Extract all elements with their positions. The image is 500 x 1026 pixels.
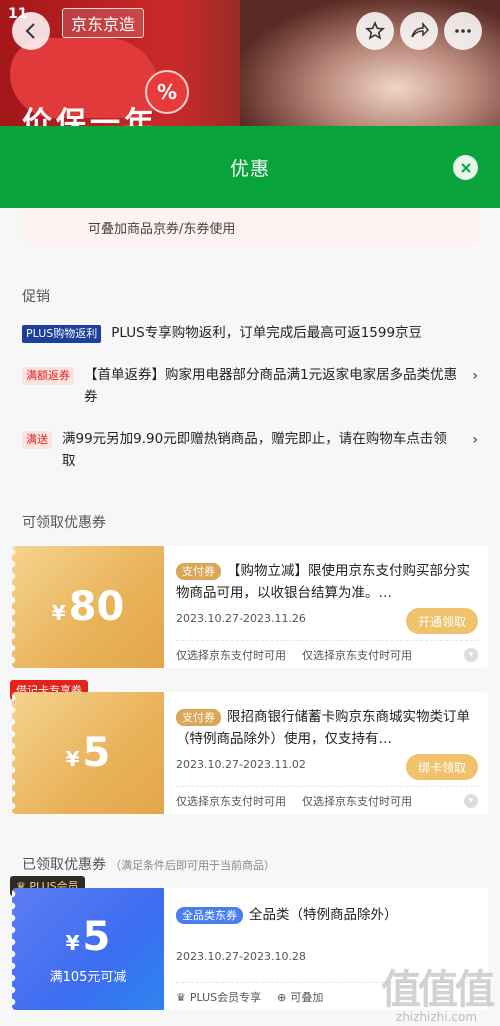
coupon-title-line: 支付券 【购物立减】限使用京东支付购买部分实物商品可用，以收银台结算为准。… [176,560,478,604]
currency-symbol: ¥ [65,930,80,955]
close-icon [460,162,471,173]
coupon-amount: ¥ 5 [66,914,111,960]
back-arrow-icon [25,23,35,39]
promotion-item[interactable]: 满额返券 【首单返券】购家用电器部分商品满1元返家电家居多品类优惠券 › [22,364,478,408]
promotion-item[interactable]: 满送 满99元另加9.90元即赠热销商品，赠完即止，请在购物车点击领取 › [22,428,478,472]
coupon-value-panel: ¥ 5 [12,692,164,814]
more-dots-icon [455,29,471,33]
stack-tip: 可叠加商品京券/东券使用 [22,208,478,246]
coupon-details: 支付券 【购物立减】限使用京东支付购买部分实物商品可用，以收银台结算为准。… 20… [164,546,488,668]
coupon-type-tag: 全品类东券 [176,907,243,924]
site-watermark: 值值值 zhizhizhi.com [381,967,495,1024]
coupon-title-line: 全品类东券 全品类（特例商品除外） [176,904,478,926]
open-and-claim-button[interactable]: 开通领取 [405,608,478,634]
crown-icon: ♛ [176,990,186,1004]
coupon-value-panel: ¥ 5 满105元可减 [12,888,164,1010]
hero-promo-text: 价保一年 [22,106,158,126]
currency-symbol: ¥ [65,747,80,771]
coupon-amount-value: 5 [82,913,111,960]
coupon-perforation [12,692,18,814]
star-icon [365,21,385,40]
expand-arrow-icon[interactable]: ▾ [464,648,478,662]
coupon-card[interactable]: 借记卡专享券 ¥ 5 支付券 限招商银行储蓄卡购京东商城实物类订单（特例商品除外）… [10,680,488,814]
coupon-note: 可叠加 [290,991,324,1004]
coupon-notes: 仅选择京东支付时可用 仅选择京东支付时可用 ▾ [176,786,478,809]
coupon-perforation [12,546,18,668]
promotion-text: 【首单返券】购家用电器部分商品满1元返家电家居多品类优惠券 [84,367,458,405]
watermark-logo: 值值值 [381,967,495,1013]
coupon-card[interactable]: ¥ 80 支付券 【购物立减】限使用京东支付购买部分实物商品可用，以收银台结算为准… [12,546,488,668]
coupon-note: 仅选择京东支付时可用 [176,649,286,662]
brand-label: 京东京造 [62,8,145,38]
currency-symbol: ¥ [51,601,66,625]
coupon-amount-value: 5 [82,730,111,776]
coupon-type-tag: 支付券 [176,709,221,726]
coupon-date: 2023.10.27-2023.10.28 [176,950,306,963]
expand-arrow-icon[interactable]: ▾ [464,794,478,808]
coupon-note: 仅选择京东支付时可用 [302,795,412,808]
coupon-details: 支付券 限招商银行储蓄卡购京东商城实物类订单（特例商品除外）使用，仅支持有… 20… [164,692,488,814]
coupon-perforation [12,888,18,1010]
coupon-type-tag: 支付券 [176,563,221,580]
received-coupons-title: 已领取优惠券 [22,857,106,873]
promotion-tag: 满送 [22,431,52,449]
chevron-right-icon: › [472,432,478,448]
promotion-tag: 满额返券 [22,367,74,385]
received-coupons-heading: 已领取优惠券 （满足条件后即可用于当前商品） [22,854,500,874]
coupon-note: 仅选择京东支付时可用 [176,795,286,808]
coupon-notes: 仅选择京东支付时可用 仅选择京东支付时可用 ▾ [176,640,478,663]
promotion-text: 满99元另加9.90元即赠热销商品，赠完即止，请在购物车点击领取 [62,431,447,469]
received-coupons-subtitle: （满足条件后即可用于当前商品） [110,859,275,872]
share-button[interactable] [400,12,438,50]
back-button[interactable] [12,12,50,50]
coupon-amount: ¥ 5 [66,730,111,776]
stack-icon: ⊕ [277,990,287,1004]
coupon-title: 全品类（特例商品除外） [249,907,398,923]
promotions-heading: 促销 [22,289,50,305]
promotion-text: PLUS专享购物返利，订单完成后最高可返1599京豆 [111,325,423,341]
promotions-panel[interactable]: 可叠加商品京券/东券使用 促销 PLUS购物返利 PLUS专享购物返利，订单完成… [0,208,500,1026]
coupon-amount-value: 80 [68,584,125,630]
coupon-condition: 满105元可减 [49,969,127,985]
available-coupons-heading: 可领取优惠券 [22,515,106,531]
more-button[interactable] [444,12,482,50]
sheet-title: 优惠 [229,157,270,180]
favorite-button[interactable] [356,12,394,50]
coupon-amount: ¥ 80 [52,584,125,630]
close-button[interactable] [453,155,478,180]
watermark-url: zhizhizhi.com [395,1010,478,1024]
share-icon [411,21,429,38]
bind-card-claim-button[interactable]: 绑卡领取 [405,754,478,780]
chevron-right-icon: › [472,368,478,384]
promotion-tag: PLUS购物返利 [22,325,102,343]
coupon-value-panel: ¥ 80 [12,546,164,668]
coupon-title-line: 支付券 限招商银行储蓄卡购京东商城实物类订单（特例商品除外）使用，仅支持有… [176,706,478,750]
promotion-item[interactable]: PLUS购物返利 PLUS专享购物返利，订单完成后最高可返1599京豆 [22,322,478,344]
sheet-header: 优惠 [0,126,500,208]
coupon-note: 仅选择京东支付时可用 [302,649,412,662]
coupon-note: PLUS会员专享 [189,991,262,1004]
